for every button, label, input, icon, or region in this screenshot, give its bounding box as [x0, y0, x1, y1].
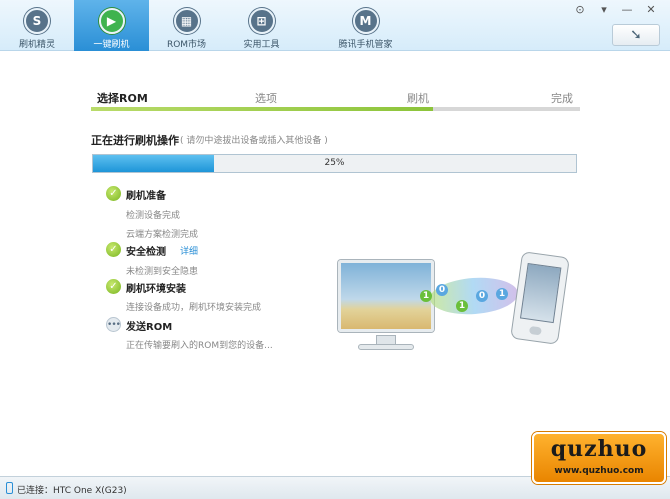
data-bit: 1 [496, 288, 508, 300]
play-icon: ▶ [98, 8, 125, 34]
data-bit: 0 [476, 290, 488, 302]
data-bit: 0 [436, 284, 448, 296]
flash-genie-icon: S [24, 8, 50, 34]
minimize-button[interactable]: — [619, 3, 635, 16]
task-detail: 检测设备完成 [126, 211, 181, 221]
operation-title: 正在进行刷机操作 [91, 134, 179, 147]
nav-item-flash-genie[interactable]: S 刷机精灵 [0, 0, 74, 51]
device-connected-icon [6, 482, 13, 494]
phone-screen [519, 262, 562, 324]
step-track [91, 107, 580, 111]
nav-item-tencent-manager[interactable]: M 腾讯手机管家 [328, 0, 403, 51]
arrow-down-right-icon: ➘ [630, 27, 642, 43]
phone-home-button [528, 325, 542, 336]
data-bit: 1 [456, 300, 468, 312]
nav-label: 腾讯手机管家 [338, 40, 393, 50]
task-detail: 云端方案检测完成 [126, 230, 199, 240]
nav-label: 实用工具 [243, 40, 280, 50]
close-button[interactable]: ✕ [643, 3, 659, 16]
nav-label: ROM市场 [166, 40, 207, 50]
nav-item-one-click-flash[interactable]: ▶ 一键刷机 [74, 0, 149, 51]
nav-item-rom-market[interactable]: ▦ ROM市场 [149, 0, 224, 51]
step-select-rom: 选择ROM [97, 92, 148, 105]
nav-label: 一键刷机 [93, 40, 130, 50]
watermark-logo: quzhuo www.quzhuo.com [532, 432, 666, 484]
details-link[interactable]: 详细 [180, 244, 198, 257]
top-nav: S 刷机精灵 ▶ 一键刷机 ▦ ROM市场 ⊞ 实用工具 M 腾讯手机管家 ⊙ … [0, 0, 670, 51]
monitor-base [358, 344, 414, 350]
shield-m-icon: M [352, 8, 379, 34]
flash-progress-bar: 25% [92, 154, 577, 173]
feedback-icon[interactable]: ⊙ [572, 3, 588, 16]
step-track-fill [91, 107, 434, 111]
task-detail: 连接设备成功，刷机环境安装完成 [126, 303, 262, 313]
ellipsis-icon: ••• [106, 317, 121, 332]
task-title: 安全检测 [126, 247, 166, 258]
android-icon: ▦ [173, 8, 200, 34]
connection-status: 已连接：HTC One X(G23) [17, 486, 127, 496]
task-title: 刷机准备 [126, 191, 166, 202]
check-icon: ✓ [106, 186, 121, 201]
data-bit: 1 [420, 290, 432, 302]
check-icon: ✓ [106, 279, 121, 294]
check-icon: ✓ [106, 242, 121, 257]
phone-icon [510, 251, 570, 345]
watermark-brand: quzhuo [550, 436, 648, 462]
step-options: 选项 [255, 92, 277, 105]
transfer-illustration: 1 0 1 0 1 [338, 251, 578, 410]
main-panel: 选择ROM 选项 刷机 完成 正在进行刷机操作 ( 请勿中途拔出设备或插入其他设… [0, 52, 670, 476]
step-done: 完成 [551, 92, 573, 105]
operation-note: ( 请勿中途拔出设备或插入其他设备 ) [180, 136, 328, 146]
progress-percent: 25% [324, 158, 345, 168]
watermark-url: www.quzhuo.com [554, 466, 644, 476]
task-title: 刷机环境安装 [126, 284, 186, 295]
nav-label: 刷机精灵 [18, 40, 55, 50]
nav-item-tools[interactable]: ⊞ 实用工具 [224, 0, 299, 51]
back-button[interactable]: ➘ [612, 24, 660, 46]
step-flash: 刷机 [407, 92, 429, 105]
task-detail: 未检测到安全隐患 [126, 267, 199, 277]
menu-dropdown-icon[interactable]: ▾ [596, 3, 612, 16]
task-detail: 正在传输要刷入的ROM到您的设备... [126, 341, 273, 351]
grid-icon: ⊞ [248, 8, 275, 34]
task-title: 发送ROM [126, 322, 173, 333]
